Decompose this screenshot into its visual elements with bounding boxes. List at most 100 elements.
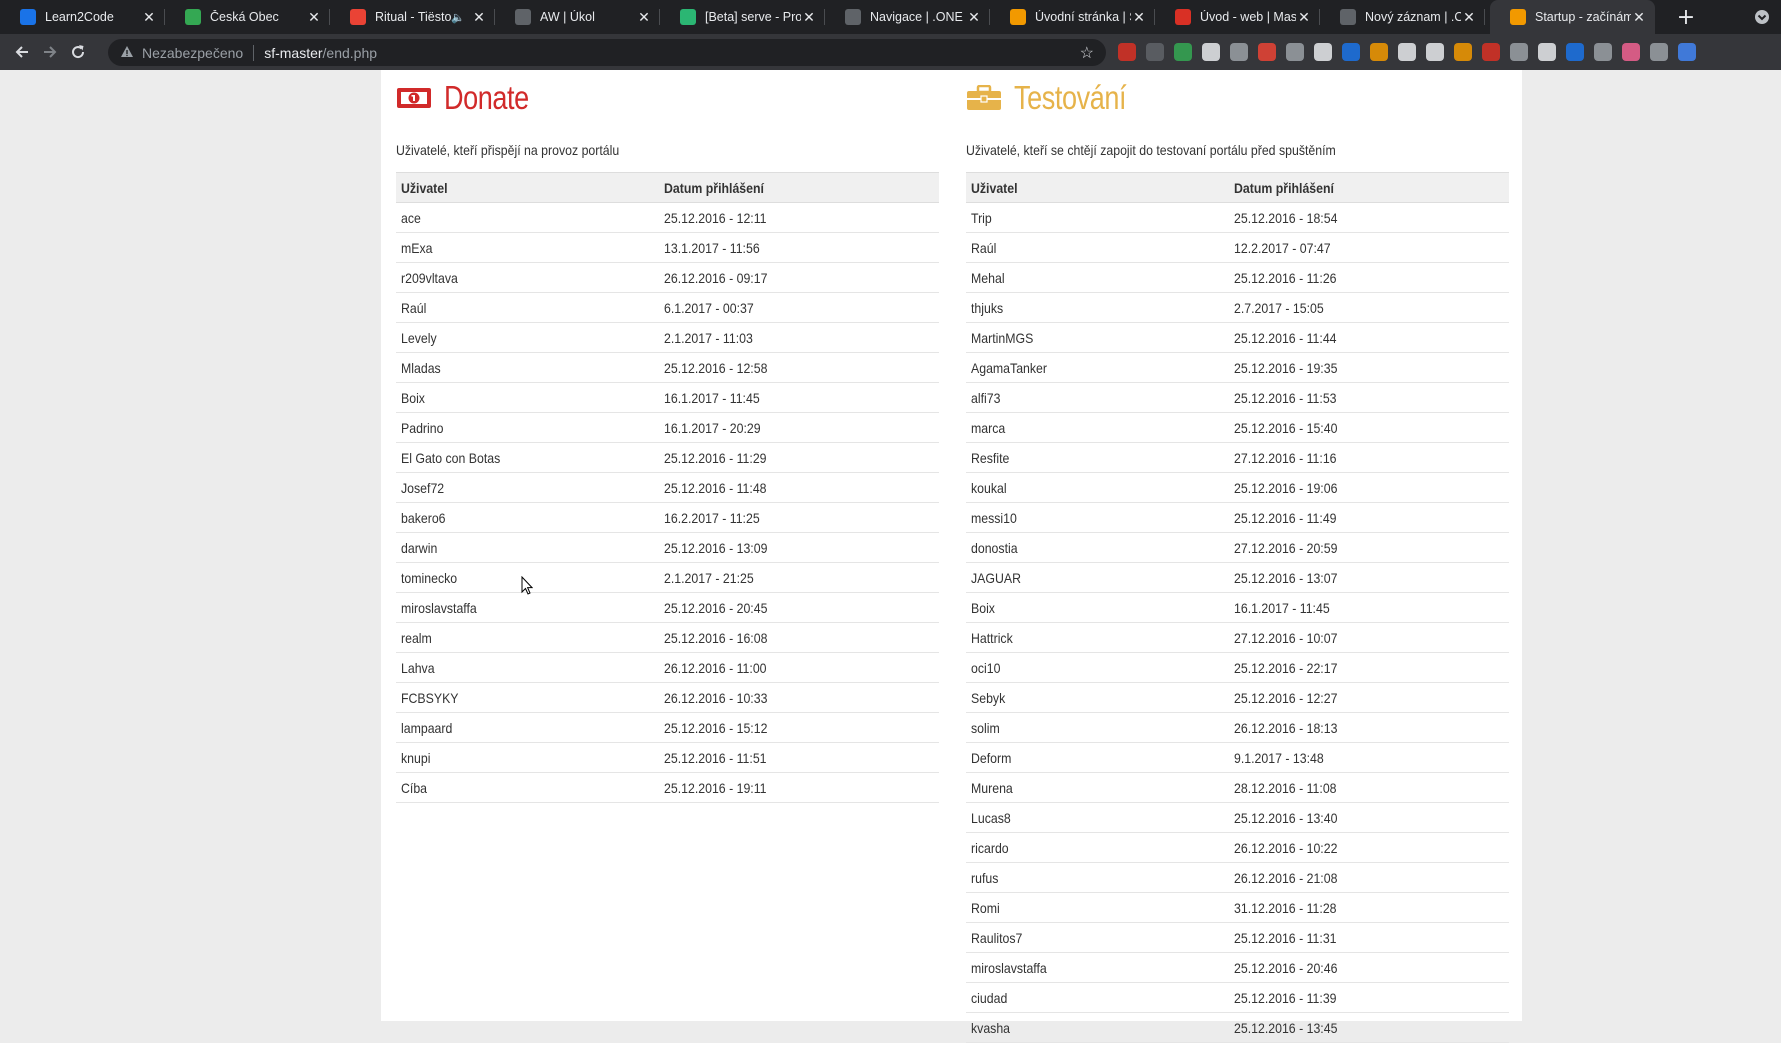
- security-label[interactable]: Nezabezpečeno: [142, 45, 243, 61]
- browser-tab[interactable]: Learn2Code ✕: [0, 0, 165, 34]
- user-cell: solim: [966, 712, 1229, 743]
- table-row: ricardo 26.12.2016 - 10:22: [966, 832, 1509, 863]
- date-cell: 2.7.2017 - 15:05: [1229, 292, 1509, 323]
- column-header-user: Uživatel: [396, 172, 659, 203]
- symfony-icon: [1010, 9, 1026, 25]
- browser-tab[interactable]: [Beta] serve - Proje✕: [660, 0, 825, 34]
- close-tab-icon[interactable]: ✕: [636, 9, 652, 26]
- user-cell: r209vltava: [396, 262, 659, 293]
- table-row: r209vltava 26.12.2016 - 09:17: [396, 262, 939, 293]
- user-cell: miroslavstaffa: [966, 952, 1229, 983]
- extension-icon[interactable]: [1202, 43, 1220, 61]
- tab-title: Úvod - web | Maso: [1200, 10, 1296, 24]
- close-tab-icon[interactable]: ✕: [801, 9, 817, 26]
- forward-button[interactable]: [38, 40, 62, 64]
- testing-table-body: Trip 25.12.2016 - 18:54 Raúl 12.2.2017 - 07…: [966, 202, 1509, 1043]
- tab-title: Česká Obec: [210, 10, 279, 24]
- close-tab-icon[interactable]: ✕: [306, 9, 322, 26]
- extension-icon[interactable]: [1146, 43, 1164, 61]
- browser-tab[interactable]: AW | Úkol ✕: [495, 0, 660, 34]
- date-cell: 25.12.2016 - 11:53: [1229, 382, 1509, 413]
- extension-icon[interactable]: [1370, 43, 1388, 61]
- ceska-obec-icon: [185, 9, 201, 25]
- user-cell: marca: [966, 412, 1229, 443]
- table-row: Lahva 26.12.2016 - 11:00: [396, 652, 939, 683]
- extension-icon[interactable]: [1230, 43, 1248, 61]
- bookmark-star-icon[interactable]: ☆: [1080, 43, 1094, 63]
- url-path: /end.php: [322, 44, 378, 61]
- user-cell: oci10: [966, 652, 1229, 683]
- extensions-bar: [1118, 43, 1696, 61]
- browser-tab[interactable]: Ritual - Tiësto, 🔈 ✕: [330, 0, 495, 34]
- date-cell: 25.12.2016 - 19:06: [1229, 472, 1509, 503]
- close-tab-icon[interactable]: ✕: [471, 9, 487, 26]
- extension-icon[interactable]: [1594, 43, 1612, 61]
- close-tab-icon[interactable]: ✕: [1296, 9, 1312, 26]
- extension-icon[interactable]: [1678, 43, 1696, 61]
- extension-icon[interactable]: [1426, 43, 1444, 61]
- table-row: thjuks 2.7.2017 - 15:05: [966, 292, 1509, 323]
- close-tab-icon[interactable]: ✕: [1631, 9, 1647, 26]
- mouse-cursor-icon: [521, 576, 533, 595]
- date-cell: 26.12.2016 - 11:00: [659, 652, 939, 683]
- address-bar[interactable]: Nezabezpečeno sf-master/end.php ☆: [108, 39, 1106, 66]
- user-cell: ciudad: [966, 982, 1229, 1013]
- warning-icon[interactable]: [120, 45, 134, 61]
- user-cell: donostia: [966, 532, 1229, 563]
- user-cell: Murena: [966, 772, 1229, 803]
- close-tab-icon[interactable]: ✕: [1131, 9, 1147, 26]
- user-cell: Lahva: [396, 652, 659, 683]
- donate-description: Uživatelé, kteří přispějí na provoz port…: [396, 142, 620, 158]
- user-cell: Boix: [396, 382, 659, 413]
- user-cell: El Gato con Botas: [396, 442, 659, 473]
- date-cell: 25.12.2016 - 12:27: [1229, 682, 1509, 713]
- user-cell: Raúl: [966, 232, 1229, 263]
- date-cell: 27.12.2016 - 20:59: [1229, 532, 1509, 563]
- extension-icon[interactable]: [1342, 43, 1360, 61]
- close-tab-icon[interactable]: ✕: [1461, 9, 1477, 26]
- extension-icon[interactable]: [1118, 43, 1136, 61]
- extension-icon[interactable]: [1286, 43, 1304, 61]
- tab-search-button[interactable]: [1750, 0, 1774, 34]
- extension-icon[interactable]: [1566, 43, 1584, 61]
- extension-icon[interactable]: [1622, 43, 1640, 61]
- user-cell: lampaard: [396, 712, 659, 743]
- extension-icon[interactable]: [1314, 43, 1332, 61]
- speaker-icon[interactable]: 🔈: [451, 11, 465, 24]
- back-button[interactable]: [10, 40, 34, 64]
- browser-tab[interactable]: Úvodní stránka | Šp✕: [990, 0, 1155, 34]
- tab-title: Learn2Code: [45, 10, 114, 24]
- table-row: Cíba 25.12.2016 - 19:11: [396, 772, 939, 803]
- browser-tab[interactable]: Česká Obec ✕: [165, 0, 330, 34]
- table-row: knupi 25.12.2016 - 11:51: [396, 742, 939, 773]
- browser-tab[interactable]: Startup - začínáme ✕: [1490, 0, 1655, 34]
- extension-icon[interactable]: [1258, 43, 1276, 61]
- tab-title: Úvodní stránka | Šp: [1035, 10, 1131, 24]
- date-cell: 16.1.2017 - 20:29: [659, 412, 939, 443]
- extension-icon[interactable]: [1650, 43, 1668, 61]
- date-cell: 26.12.2016 - 09:17: [659, 262, 939, 293]
- table-row: rufus 26.12.2016 - 21:08: [966, 862, 1509, 893]
- browser-tab[interactable]: Navigace | .ONE ✕: [825, 0, 990, 34]
- extension-icon[interactable]: [1174, 43, 1192, 61]
- extension-icon[interactable]: [1538, 43, 1556, 61]
- briefcase-icon: [967, 85, 1001, 110]
- date-cell: 25.12.2016 - 18:54: [1229, 202, 1509, 233]
- extension-icon[interactable]: [1398, 43, 1416, 61]
- chevron-down-icon: [1755, 10, 1769, 24]
- extension-icon[interactable]: [1510, 43, 1528, 61]
- new-tab-button[interactable]: +: [1672, 0, 1700, 34]
- table-row: tominecko 2.1.2017 - 21:25: [396, 562, 939, 593]
- extension-icon[interactable]: [1454, 43, 1472, 61]
- reload-button[interactable]: [66, 40, 90, 64]
- table-row: Boix 16.1.2017 - 11:45: [966, 592, 1509, 623]
- browser-tab[interactable]: Nový záznam | .ON✕: [1320, 0, 1485, 34]
- close-tab-icon[interactable]: ✕: [141, 9, 157, 26]
- date-cell: 13.1.2017 - 11:56: [659, 232, 939, 263]
- browser-tab[interactable]: Úvod - web | Maso ✕: [1155, 0, 1320, 34]
- user-cell: Deform: [966, 742, 1229, 773]
- user-cell: Padrino: [396, 412, 659, 443]
- extension-icon[interactable]: [1482, 43, 1500, 61]
- table-row: kvasha 25.12.2016 - 13:45: [966, 1012, 1509, 1043]
- close-tab-icon[interactable]: ✕: [966, 9, 982, 26]
